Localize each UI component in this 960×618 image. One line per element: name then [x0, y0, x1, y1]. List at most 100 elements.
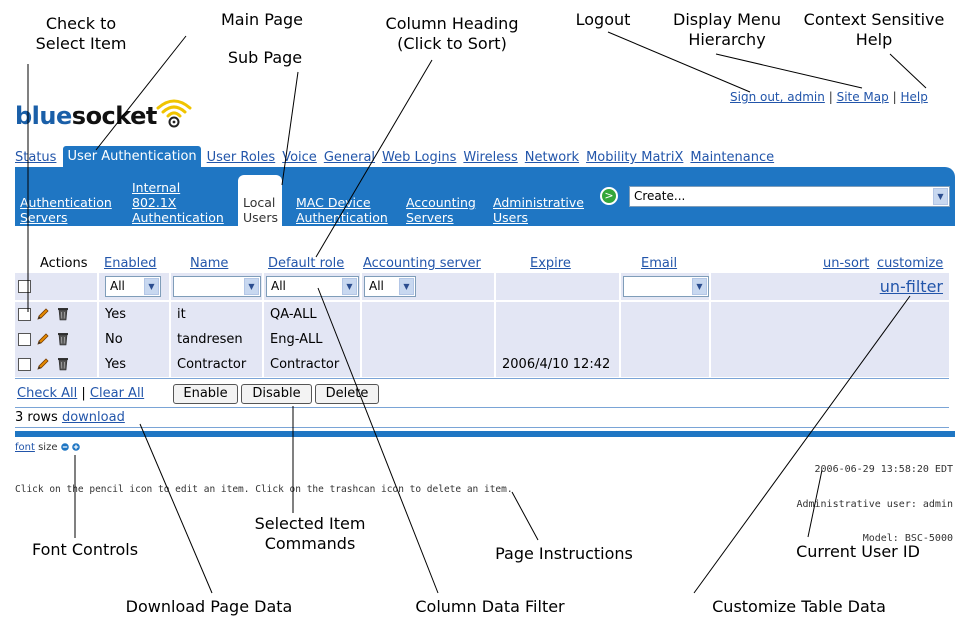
subtab-accounting-servers[interactable]: Accounting Servers [406, 195, 476, 225]
filter-cell: ▼ [619, 273, 709, 300]
callout-line: Context Sensitive [803, 10, 945, 29]
current-user-id: Administrative user: admin [796, 498, 953, 510]
accounting-filter[interactable]: All ▼ [364, 276, 416, 297]
header-enabled[interactable]: Enabled [104, 256, 157, 271]
font-increase-icon[interactable] [72, 443, 80, 451]
callout-font-controls: Font Controls [31, 540, 139, 559]
filter-value: All [110, 279, 125, 293]
filter-cell [15, 273, 97, 300]
download-link[interactable]: download [62, 410, 125, 425]
filter-value: All [271, 279, 286, 293]
callout-line: Check to [45, 14, 117, 33]
default-role-filter[interactable]: All ▼ [266, 276, 359, 297]
create-select[interactable]: Create... ▼ [629, 186, 950, 207]
check-links: Check All | Clear All [17, 386, 144, 401]
header-actions: Actions [40, 256, 88, 271]
name-filter[interactable]: ▼ [173, 276, 261, 297]
table-row: No tandresen Eng-ALL [15, 327, 949, 352]
unfilter-link[interactable]: un-filter [880, 277, 943, 296]
filter-cell: ▼ [169, 273, 262, 300]
subtab-label: Administrative [493, 195, 584, 210]
email-filter[interactable]: ▼ [623, 276, 709, 297]
callout-context-help: Context Sensitive Help [804, 10, 945, 50]
tab-user-authentication[interactable]: User Authentication [63, 146, 201, 167]
callout-line [889, 53, 927, 89]
pencil-icon[interactable] [36, 332, 50, 346]
header-default-role[interactable]: Default role [268, 256, 344, 271]
header-expire[interactable]: Expire [530, 256, 571, 271]
enabled-filter[interactable]: All ▼ [105, 276, 161, 297]
enabled-cell: Yes [97, 302, 169, 327]
separator: | [828, 90, 833, 104]
enable-button[interactable]: Enable [173, 384, 238, 404]
subtab-label: Authentication [20, 195, 112, 210]
trashcan-icon[interactable] [57, 307, 69, 321]
trashcan-icon[interactable] [57, 332, 69, 346]
rows-info: 3 rows download [15, 410, 125, 425]
subtab-authentication-servers[interactable]: Authentication Servers [20, 195, 112, 225]
customize-link[interactable]: customize [877, 256, 943, 271]
subtab-label: Servers [20, 210, 68, 225]
tab-user-roles[interactable]: User Roles [207, 150, 276, 167]
help-link[interactable]: Help [900, 90, 927, 104]
separator: | [81, 386, 86, 401]
callout-line: Select Item [35, 34, 127, 53]
subtab-label: MAC Device [296, 195, 371, 210]
name-cell: it [169, 302, 262, 327]
callout-column-heading: Column Heading (Click to Sort) [386, 14, 519, 54]
tab-mobility-matrix[interactable]: Mobility MatriX [586, 150, 683, 167]
tab-maintenance[interactable]: Maintenance [690, 150, 774, 167]
disable-button[interactable]: Disable [241, 384, 312, 404]
row-checkbox[interactable] [18, 333, 31, 346]
divider [15, 427, 949, 428]
email-cell [619, 352, 709, 377]
size-label: size [38, 442, 58, 453]
delete-button[interactable]: Delete [315, 384, 379, 404]
tab-status[interactable]: Status [15, 150, 56, 167]
header-accounting-server[interactable]: Accounting server [363, 256, 481, 271]
tab-web-logins[interactable]: Web Logins [382, 150, 456, 167]
accounting-cell [360, 352, 494, 377]
site-map-link[interactable]: Site Map [837, 90, 889, 104]
subtab-label: Servers [406, 210, 454, 225]
select-all-checkbox[interactable] [18, 280, 31, 293]
actions-cell [15, 327, 97, 352]
callout-column-filter: Column Data Filter [415, 597, 565, 616]
subtab-mac-device-authentication[interactable]: MAC Device Authentication [296, 195, 388, 225]
tab-wireless[interactable]: Wireless [463, 150, 517, 167]
create-select-value: Create... [634, 189, 686, 203]
trashcan-icon[interactable] [57, 357, 69, 371]
tab-network[interactable]: Network [525, 150, 579, 167]
sign-out-link[interactable]: Sign out, admin [730, 90, 825, 104]
subtab-internal-8021x[interactable]: Internal 802.1X Authentication [132, 180, 224, 225]
extra-cell [709, 302, 949, 327]
filter-cell: All ▼ [97, 273, 169, 300]
subtab-local-users[interactable]: Local Users [238, 175, 283, 226]
subtab-label: Users [243, 210, 279, 225]
pencil-icon[interactable] [36, 357, 50, 371]
enabled-cell: Yes [97, 352, 169, 377]
tab-general[interactable]: General [324, 150, 375, 167]
row-checkbox[interactable] [18, 358, 31, 371]
subtab-label: Authentication [296, 210, 388, 225]
header-name[interactable]: Name [190, 256, 228, 271]
subtab-label: Authentication [132, 210, 224, 225]
unsort-link[interactable]: un-sort [823, 256, 869, 271]
font-decrease-icon[interactable] [60, 443, 69, 451]
check-all-link[interactable]: Check All [17, 386, 77, 401]
logo-text-socket: socket [71, 102, 158, 130]
chevron-down-icon: ▼ [399, 278, 414, 295]
tab-voice[interactable]: Voice [282, 150, 317, 167]
extra-cell [709, 352, 949, 377]
header-email[interactable]: Email [641, 256, 677, 271]
row-checkbox[interactable] [18, 308, 31, 321]
font-link[interactable]: font [15, 442, 35, 453]
expire-cell: 2006/4/10 12:42 [494, 352, 619, 377]
clear-all-link[interactable]: Clear All [90, 386, 144, 401]
subtab-administrative-users[interactable]: Administrative Users [493, 195, 584, 225]
extra-cell [709, 327, 949, 352]
pencil-icon[interactable] [36, 307, 50, 321]
callout-page-instructions: Page Instructions [495, 544, 633, 563]
subtab-label: Users [493, 210, 529, 225]
go-button[interactable]: > [600, 187, 618, 205]
